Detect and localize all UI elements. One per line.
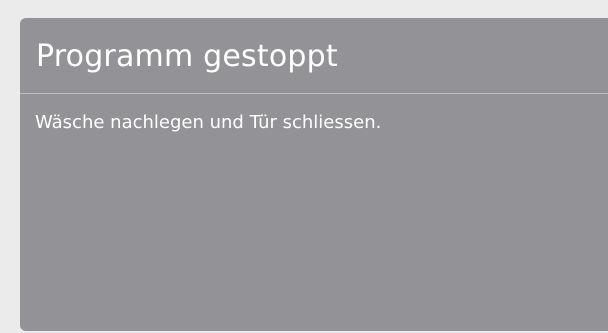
dialog-title: Programm gestoppt (36, 39, 338, 74)
status-dialog: Programm gestoppt Wäsche nachlegen und T… (20, 18, 608, 331)
dialog-body: Wäsche nachlegen und Tür schliessen. (20, 94, 608, 133)
dialog-message: Wäsche nachlegen und Tür schliessen. (35, 112, 382, 133)
dialog-header: Programm gestoppt (20, 18, 608, 94)
